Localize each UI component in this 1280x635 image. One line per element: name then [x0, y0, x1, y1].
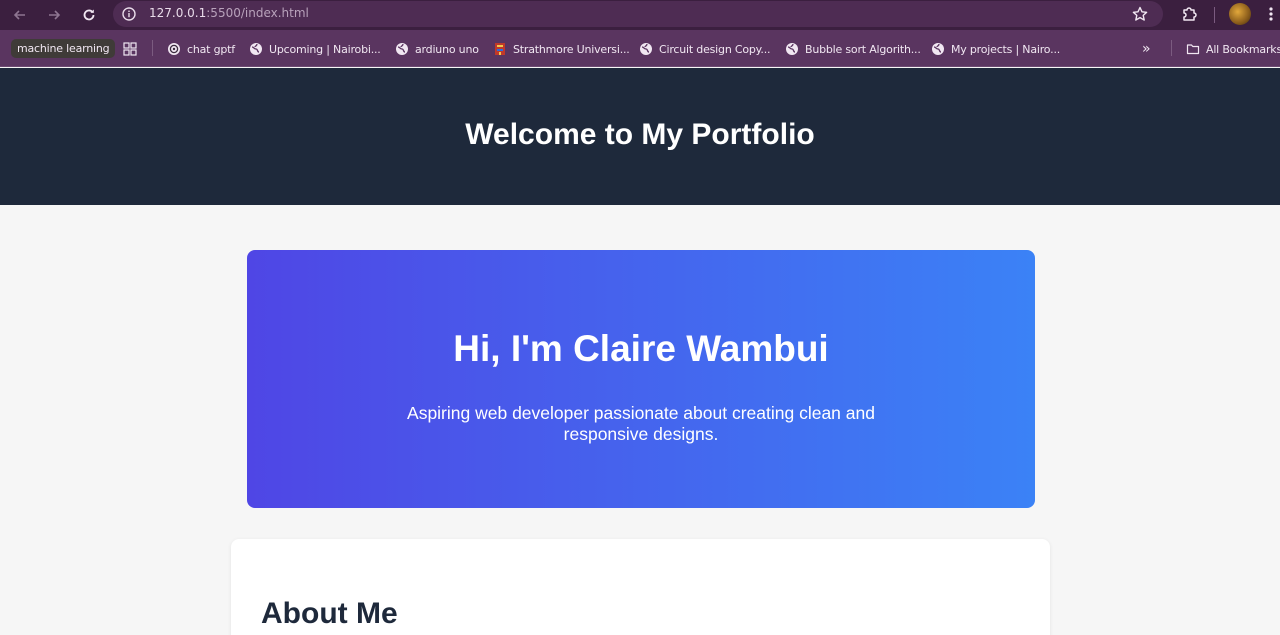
- bookmark-upcoming-nairobi[interactable]: Upcoming | Nairobi...: [249, 40, 381, 58]
- arrow-right-icon: [49, 10, 61, 20]
- bookmark-label: Strathmore Universi...: [513, 42, 630, 56]
- globe-icon: [396, 43, 408, 55]
- bookmark-machine-learning[interactable]: machine learning: [11, 39, 116, 58]
- toolbar-divider: [1214, 7, 1215, 23]
- bookmark-bubble-sort[interactable]: Bubble sort Algorith...: [785, 40, 921, 58]
- bookmark-label: Upcoming | Nairobi...: [269, 42, 381, 56]
- bookmarks-divider: [1171, 40, 1172, 56]
- bookmark-label: chat gptf: [187, 42, 235, 56]
- about-section: About Me: [231, 539, 1050, 635]
- arrow-left-icon: [13, 10, 25, 20]
- bookmark-circuit-design[interactable]: Circuit design Copy...: [639, 40, 771, 58]
- bookmark-strathmore[interactable]: Strathmore Universi...: [493, 40, 630, 58]
- url-text: 127.0.0.1:5500/index.html: [149, 6, 309, 20]
- bookmark-chat-gptf[interactable]: chat gptf: [167, 40, 235, 58]
- bookmark-label: Circuit design Copy...: [659, 42, 771, 56]
- apps-button[interactable]: [123, 40, 143, 58]
- bookmark-star-icon[interactable]: [1131, 5, 1149, 23]
- menu-button[interactable]: [1264, 3, 1278, 25]
- globe-icon: [932, 43, 944, 55]
- extensions-button[interactable]: [1178, 3, 1200, 25]
- hero-title: Hi, I'm Claire Wambui: [453, 328, 829, 369]
- url-host: 127.0.0.1: [149, 6, 207, 20]
- profile-button[interactable]: [1229, 3, 1251, 25]
- openai-icon: [168, 43, 180, 55]
- globe-icon: [786, 43, 798, 55]
- back-button[interactable]: [9, 4, 31, 26]
- browser-toolbar: 127.0.0.1:5500/index.html: [0, 0, 1280, 30]
- folder-icon: [1186, 44, 1200, 55]
- kebab-menu-icon: [1269, 7, 1273, 21]
- about-heading: About Me: [261, 597, 398, 630]
- hero-banner: Hi, I'm Claire Wambui Aspiring web devel…: [247, 250, 1035, 508]
- bookmark-label: ardiuno uno: [415, 42, 479, 56]
- apps-grid-icon: [123, 42, 137, 56]
- bookmarks-bar: machine learning chat gptf Upcoming | Na…: [0, 30, 1280, 67]
- bookmark-label: My projects | Nairo...: [951, 42, 1061, 56]
- address-bar[interactable]: 127.0.0.1:5500/index.html: [113, 1, 1163, 27]
- reload-button[interactable]: [78, 4, 100, 26]
- puzzle-icon: [1183, 7, 1197, 21]
- bookmarks-overflow-button[interactable]: »: [1142, 40, 1151, 58]
- bookmarks-divider: [152, 40, 153, 56]
- forward-button[interactable]: [43, 4, 65, 26]
- all-bookmarks-button[interactable]: All Bookmarks: [1186, 40, 1280, 58]
- info-icon: [122, 7, 136, 21]
- bookmark-my-projects[interactable]: My projects | Nairo...: [931, 40, 1060, 58]
- bookmark-label: Bubble sort Algorith...: [805, 42, 921, 56]
- avatar: [1229, 3, 1251, 25]
- strathmore-icon: [495, 43, 505, 55]
- globe-icon: [250, 43, 262, 55]
- site-header: Welcome to My Portfolio: [0, 68, 1280, 205]
- all-bookmarks-label: All Bookmarks: [1206, 42, 1280, 56]
- url-path: :5500/index.html: [206, 6, 309, 20]
- globe-icon: [640, 43, 652, 55]
- bookmark-ardiuno-uno[interactable]: ardiuno uno: [395, 40, 479, 58]
- reload-icon: [83, 9, 95, 21]
- page-title: Welcome to My Portfolio: [465, 117, 815, 151]
- hero-subtitle: Aspiring web developer passionate about …: [407, 403, 875, 444]
